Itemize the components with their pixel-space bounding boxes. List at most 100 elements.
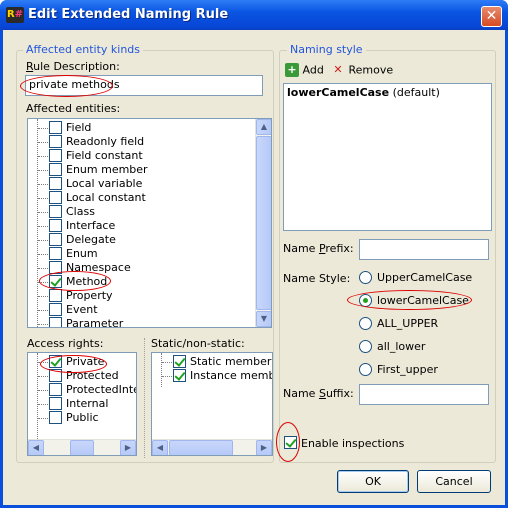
entity-item-checkbox[interactable]	[49, 289, 62, 302]
cancel-button[interactable]: Cancel	[417, 470, 491, 493]
entity-item[interactable]: Readonly field	[28, 135, 254, 149]
entity-item-label: Local variable	[66, 177, 143, 190]
entity-item-label: Property	[66, 289, 113, 302]
enable-inspections-checkbox[interactable]	[284, 436, 297, 449]
access-right-item[interactable]: Private	[28, 355, 136, 369]
entity-item-checkbox[interactable]	[49, 275, 62, 288]
scroll-thumb[interactable]	[256, 136, 271, 310]
entity-item-checkbox[interactable]	[49, 191, 62, 204]
access-right-item-checkbox[interactable]	[49, 369, 62, 382]
entities-scrollbar[interactable]: ▲ ▼	[255, 119, 271, 327]
entity-item-checkbox[interactable]	[49, 149, 62, 162]
entity-item[interactable]: Property	[28, 289, 254, 303]
entity-item[interactable]: Class	[28, 205, 254, 219]
style-radio-label[interactable]: ALL_UPPER	[377, 317, 438, 330]
access-right-item-checkbox[interactable]	[49, 411, 62, 424]
entity-item[interactable]: Method	[28, 275, 254, 289]
entity-item-checkbox[interactable]	[49, 163, 62, 176]
tree-guide-line	[38, 310, 48, 311]
tree-guide-line	[38, 198, 48, 199]
style-radio-uppercamelcase[interactable]	[359, 271, 372, 284]
style-radio-first-upper[interactable]	[359, 363, 372, 376]
entity-item-checkbox[interactable]	[49, 135, 62, 148]
style-radio-lowercamelcase[interactable]	[359, 294, 372, 307]
style-radio-label[interactable]: lowerCamelCase	[377, 294, 469, 307]
static-nonstatic-label: Static/non-static:	[151, 337, 245, 350]
tree-guide-line	[38, 282, 48, 283]
scroll-thumb[interactable]	[169, 440, 233, 455]
scroll-right-button[interactable]: ▶	[120, 440, 136, 455]
entity-item[interactable]: Parameter	[28, 317, 254, 327]
add-button[interactable]: + Add	[285, 63, 324, 81]
entity-item[interactable]: Enum	[28, 247, 254, 261]
tree-guide-line	[38, 268, 48, 269]
scroll-left-button[interactable]: ◀	[152, 440, 168, 455]
style-radio-label[interactable]: UpperCamelCase	[377, 271, 472, 284]
access-rights-label: Access rights:	[27, 337, 104, 350]
entity-item[interactable]: Local variable	[28, 177, 254, 191]
entity-item-label: Enum	[66, 247, 98, 260]
tree-guide-line	[38, 156, 48, 157]
entity-item[interactable]: Delegate	[28, 233, 254, 247]
entity-item-checkbox[interactable]	[49, 303, 62, 316]
entity-item[interactable]: Local constant	[28, 191, 254, 205]
scroll-right-button[interactable]: ▶	[256, 440, 272, 455]
style-radio-all-upper[interactable]	[359, 317, 372, 330]
remove-button[interactable]: ✕ Remove	[331, 63, 393, 81]
rule-description-input[interactable]: private methods	[25, 75, 263, 96]
name-suffix-input[interactable]	[359, 384, 489, 405]
entity-item-checkbox[interactable]	[49, 177, 62, 190]
tree-guide-line	[162, 376, 172, 377]
scroll-up-button[interactable]: ▲	[256, 119, 271, 135]
entity-item-checkbox[interactable]	[49, 205, 62, 218]
entity-item[interactable]: Interface	[28, 219, 254, 233]
entity-item-label: Readonly field	[66, 135, 145, 148]
access-right-item[interactable]: Protected	[28, 369, 136, 383]
access-rights-tree[interactable]: Private Protected ProtectedInter Internal Pu…	[27, 352, 137, 456]
tree-guide-line	[38, 142, 48, 143]
affected-entities-tree[interactable]: Field Readonly field Field constant Enum me…	[27, 118, 272, 328]
static-option-item[interactable]: Static members, t	[152, 355, 272, 369]
entity-item[interactable]: Field	[28, 121, 254, 135]
entity-item-checkbox[interactable]	[49, 219, 62, 232]
access-right-item-checkbox[interactable]	[49, 383, 62, 396]
enable-inspections-label[interactable]: Enable inspections	[301, 437, 404, 450]
close-button[interactable]: ✕	[481, 6, 502, 27]
entity-item-label: Local constant	[66, 191, 146, 204]
access-right-item-checkbox[interactable]	[49, 397, 62, 410]
naming-styles-list[interactable]: lowerCamelCase (default)	[283, 83, 492, 231]
entity-item-checkbox[interactable]	[49, 261, 62, 274]
title-bar[interactable]: R# Edit Extended Naming Rule ✕	[0, 0, 508, 30]
list-item[interactable]: lowerCamelCase (default)	[287, 86, 440, 99]
access-right-item-label: ProtectedInter	[66, 383, 137, 396]
remove-icon: ✕	[333, 63, 343, 76]
entity-item-checkbox[interactable]	[49, 247, 62, 260]
style-radio-label[interactable]: First_upper	[377, 363, 438, 376]
scroll-left-button[interactable]: ◀	[28, 440, 44, 455]
access-right-item-label: Protected	[66, 369, 119, 382]
entity-item-checkbox[interactable]	[49, 233, 62, 246]
scroll-thumb[interactable]	[70, 440, 94, 455]
entity-item[interactable]: Field constant	[28, 149, 254, 163]
access-right-item[interactable]: ProtectedInter	[28, 383, 136, 397]
access-right-item[interactable]: Internal	[28, 397, 136, 411]
static-option-item-checkbox[interactable]	[173, 355, 186, 368]
access-right-item-checkbox[interactable]	[49, 355, 62, 368]
entity-item-checkbox[interactable]	[49, 317, 62, 327]
scroll-down-button[interactable]: ▼	[256, 311, 271, 327]
static-option-item-label: Static members, t	[190, 355, 272, 368]
style-radio-label[interactable]: all_lower	[377, 340, 425, 353]
ok-button[interactable]: OK	[337, 470, 409, 493]
entity-item[interactable]: Event	[28, 303, 254, 317]
entity-item[interactable]: Namespace	[28, 261, 254, 275]
access-rights-hscrollbar[interactable]: ◀ ▶	[28, 439, 136, 455]
static-nonstatic-tree[interactable]: Static members, tInstance member ◀ ▶	[151, 352, 273, 456]
static-option-item-checkbox[interactable]	[173, 369, 186, 382]
entity-item[interactable]: Enum member	[28, 163, 254, 177]
static-option-item[interactable]: Instance member	[152, 369, 272, 383]
entity-item-checkbox[interactable]	[49, 121, 62, 134]
style-radio-all-lower[interactable]	[359, 340, 372, 353]
static-hscrollbar[interactable]: ◀ ▶	[152, 439, 272, 455]
name-prefix-input[interactable]	[359, 239, 489, 260]
access-right-item[interactable]: Public	[28, 411, 136, 425]
